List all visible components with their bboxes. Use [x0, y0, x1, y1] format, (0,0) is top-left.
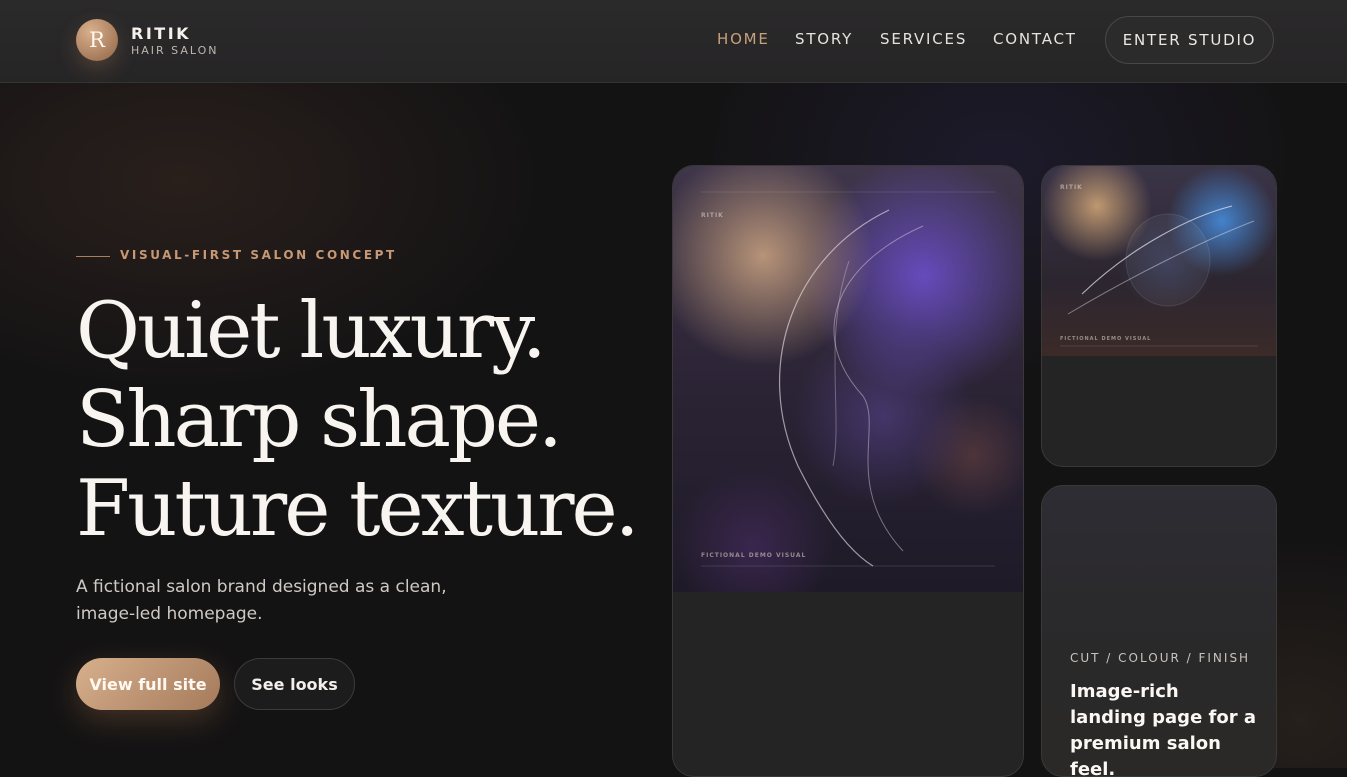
main-visual-card[interactable]: RITIK FICTIONAL DEMO VISUAL: [672, 165, 1024, 777]
hero-eyebrow: VISUAL-FIRST SALON CONCEPT: [120, 248, 397, 262]
hero-headline-line-3: Future texture.: [76, 464, 639, 554]
main-demo-visual: RITIK FICTIONAL DEMO VISUAL: [673, 166, 1023, 592]
nav-contact[interactable]: CONTACT: [993, 30, 1077, 48]
hair-curve-lines: [701, 191, 995, 567]
top-card-caption: FICTIONAL DEMO VISUAL: [1060, 336, 1152, 342]
top-card-mark: RITIK: [1060, 184, 1083, 191]
top-demo-visual: RITIK FICTIONAL DEMO VISUAL: [1042, 166, 1276, 356]
main-card-caption: FICTIONAL DEMO VISUAL: [701, 552, 807, 559]
hero-headline-line-1: Quiet luxury.: [76, 286, 547, 376]
view-full-site-button[interactable]: View full site: [76, 658, 220, 710]
brand-name: RITIK: [131, 24, 192, 43]
service-card[interactable]: CUT / COLOUR / FINISH Image-rich landing…: [1041, 485, 1277, 777]
blade-sketch: [1060, 205, 1258, 347]
hero-headline-line-2: Sharp shape.: [76, 375, 563, 465]
brand-subtitle: HAIR SALON: [131, 44, 219, 57]
main-card-mark: RITIK: [701, 212, 724, 219]
nav-home[interactable]: HOME: [717, 30, 770, 48]
site-header: R RITIK HAIR SALON HOME STORY SERVICES C…: [0, 0, 1347, 83]
logo-badge[interactable]: R: [76, 19, 118, 61]
enter-studio-button[interactable]: ENTER STUDIO: [1105, 16, 1274, 64]
service-card-text: Image-rich landing page for a premium sa…: [1070, 681, 1257, 777]
see-looks-button[interactable]: See looks: [234, 658, 355, 710]
eyebrow-divider: [76, 256, 110, 257]
service-tag: CUT / COLOUR / FINISH: [1070, 651, 1251, 665]
hero-description: A fictional salon brand designed as a cl…: [76, 577, 447, 624]
nav-services[interactable]: SERVICES: [880, 30, 967, 48]
top-visual-card[interactable]: RITIK FICTIONAL DEMO VISUAL: [1041, 165, 1277, 467]
nav-story[interactable]: STORY: [795, 30, 853, 48]
